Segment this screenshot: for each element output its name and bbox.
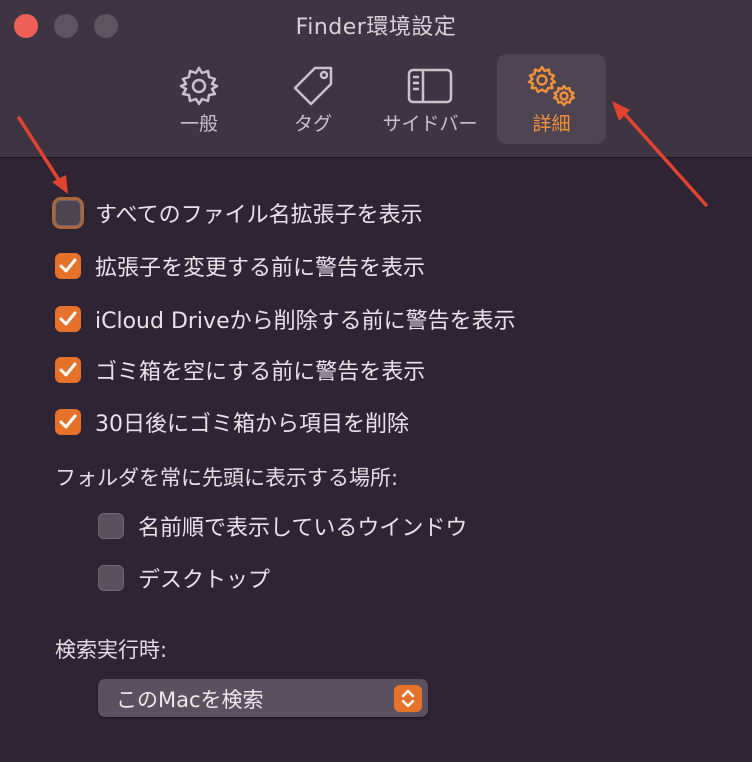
annotation-arrow-checkbox [17, 116, 68, 194]
annotation-arrows [17, 101, 708, 207]
annotation-arrow-tab [612, 101, 708, 207]
finder-preferences-window: Finder環境設定 一般 タグ サイドバー 詳細 すべてのファイル名拡張子を表… [0, 0, 752, 762]
